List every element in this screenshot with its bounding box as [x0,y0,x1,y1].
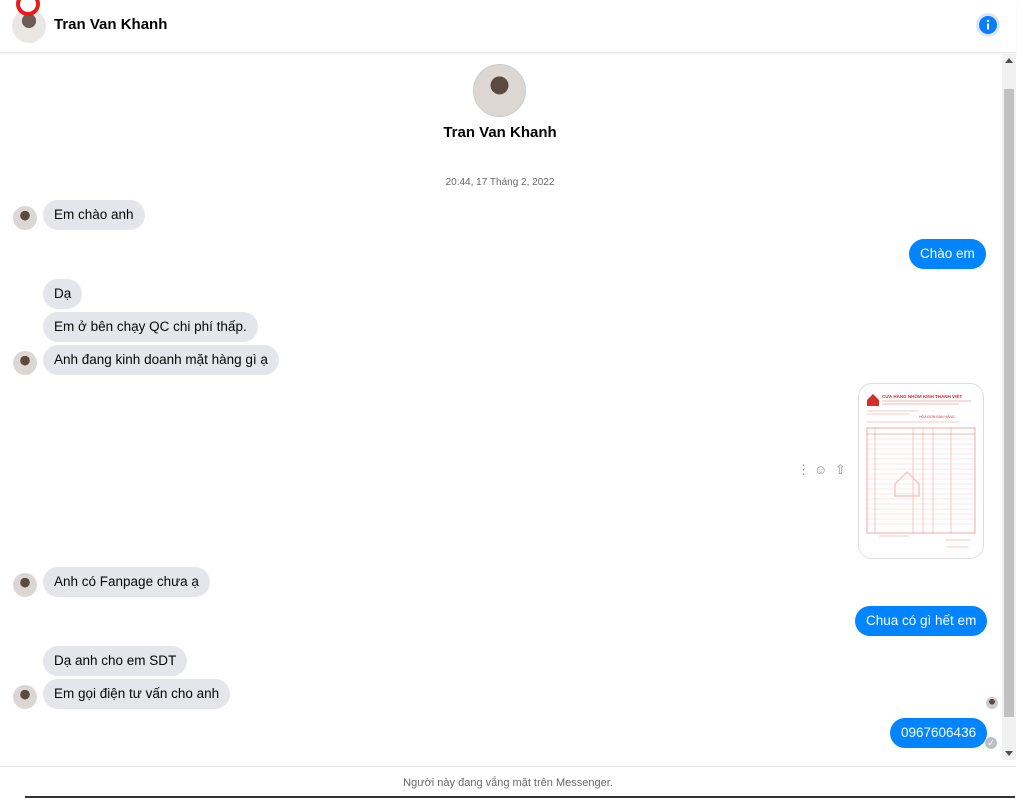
invoice-image: CỬA HÀNG NHÔM KÍNH THÀNH VIỆT HÓA ĐƠN BÁ… [859,384,983,558]
scrollbar-thumb[interactable] [1004,89,1014,717]
message-incoming[interactable]: Dạ anh cho em SDT [43,646,188,676]
sender-avatar[interactable] [13,685,37,709]
profile-name: Tran Van Khanh [443,124,557,141]
sender-avatar[interactable] [13,206,37,230]
image-message[interactable]: CỬA HÀNG NHÔM KÍNH THÀNH VIỆT HÓA ĐƠN BÁ… [858,383,984,559]
conversation-header: Tran Van Khanh [0,0,1016,53]
message-outgoing[interactable]: 0967606436 [890,718,988,748]
away-status-text: Người này đang vắng mặt trên Messenger. [403,777,613,789]
message-incoming[interactable]: Anh đang kinh doanh mặt hàng gì ạ [43,345,279,375]
conversation-footer: Người này đang vắng mặt trên Messenger. [0,766,1016,798]
message-incoming[interactable]: Dạ [43,279,83,309]
info-button[interactable] [976,13,1000,37]
smiley-icon[interactable]: ☺ [814,462,827,477]
share-icon[interactable]: ⇧ [835,462,846,478]
sender-avatar[interactable] [13,573,37,597]
conversation-timestamp: 20:44, 17 Tháng 2, 2022 [445,177,555,188]
scroll-down-arrow-icon[interactable] [1005,751,1013,756]
scroll-up-arrow-icon[interactable] [1005,58,1013,63]
message-actions: ⋮ ☺ ⇧ [795,462,851,480]
invoice-subtitle: HÓA ĐƠN BÁN HÀNG [919,414,955,419]
invoice-title: CỬA HÀNG NHÔM KÍNH THÀNH VIỆT [882,392,962,399]
message-incoming[interactable]: Em ở bên chạy QC chi phí thấp. [43,312,258,342]
more-icon[interactable]: ⋮ [797,462,810,478]
message-incoming[interactable]: Anh có Fanpage chưa ạ [43,567,210,597]
message-outgoing[interactable]: Chào em [909,239,986,269]
message-incoming[interactable]: Em chào anh [43,200,145,230]
sent-check-icon: ✓ [985,737,997,749]
sender-avatar[interactable] [13,351,37,375]
profile-avatar[interactable] [473,64,526,117]
header-contact-name[interactable]: Tran Van Khanh [54,16,167,33]
message-incoming[interactable]: Em gọi điện tư vấn cho anh [43,679,231,709]
info-icon [979,16,997,34]
scrollbar[interactable] [1002,54,1016,760]
seen-indicator-avatar [986,697,998,709]
message-outgoing[interactable]: Chua có gì hết em [855,606,988,636]
